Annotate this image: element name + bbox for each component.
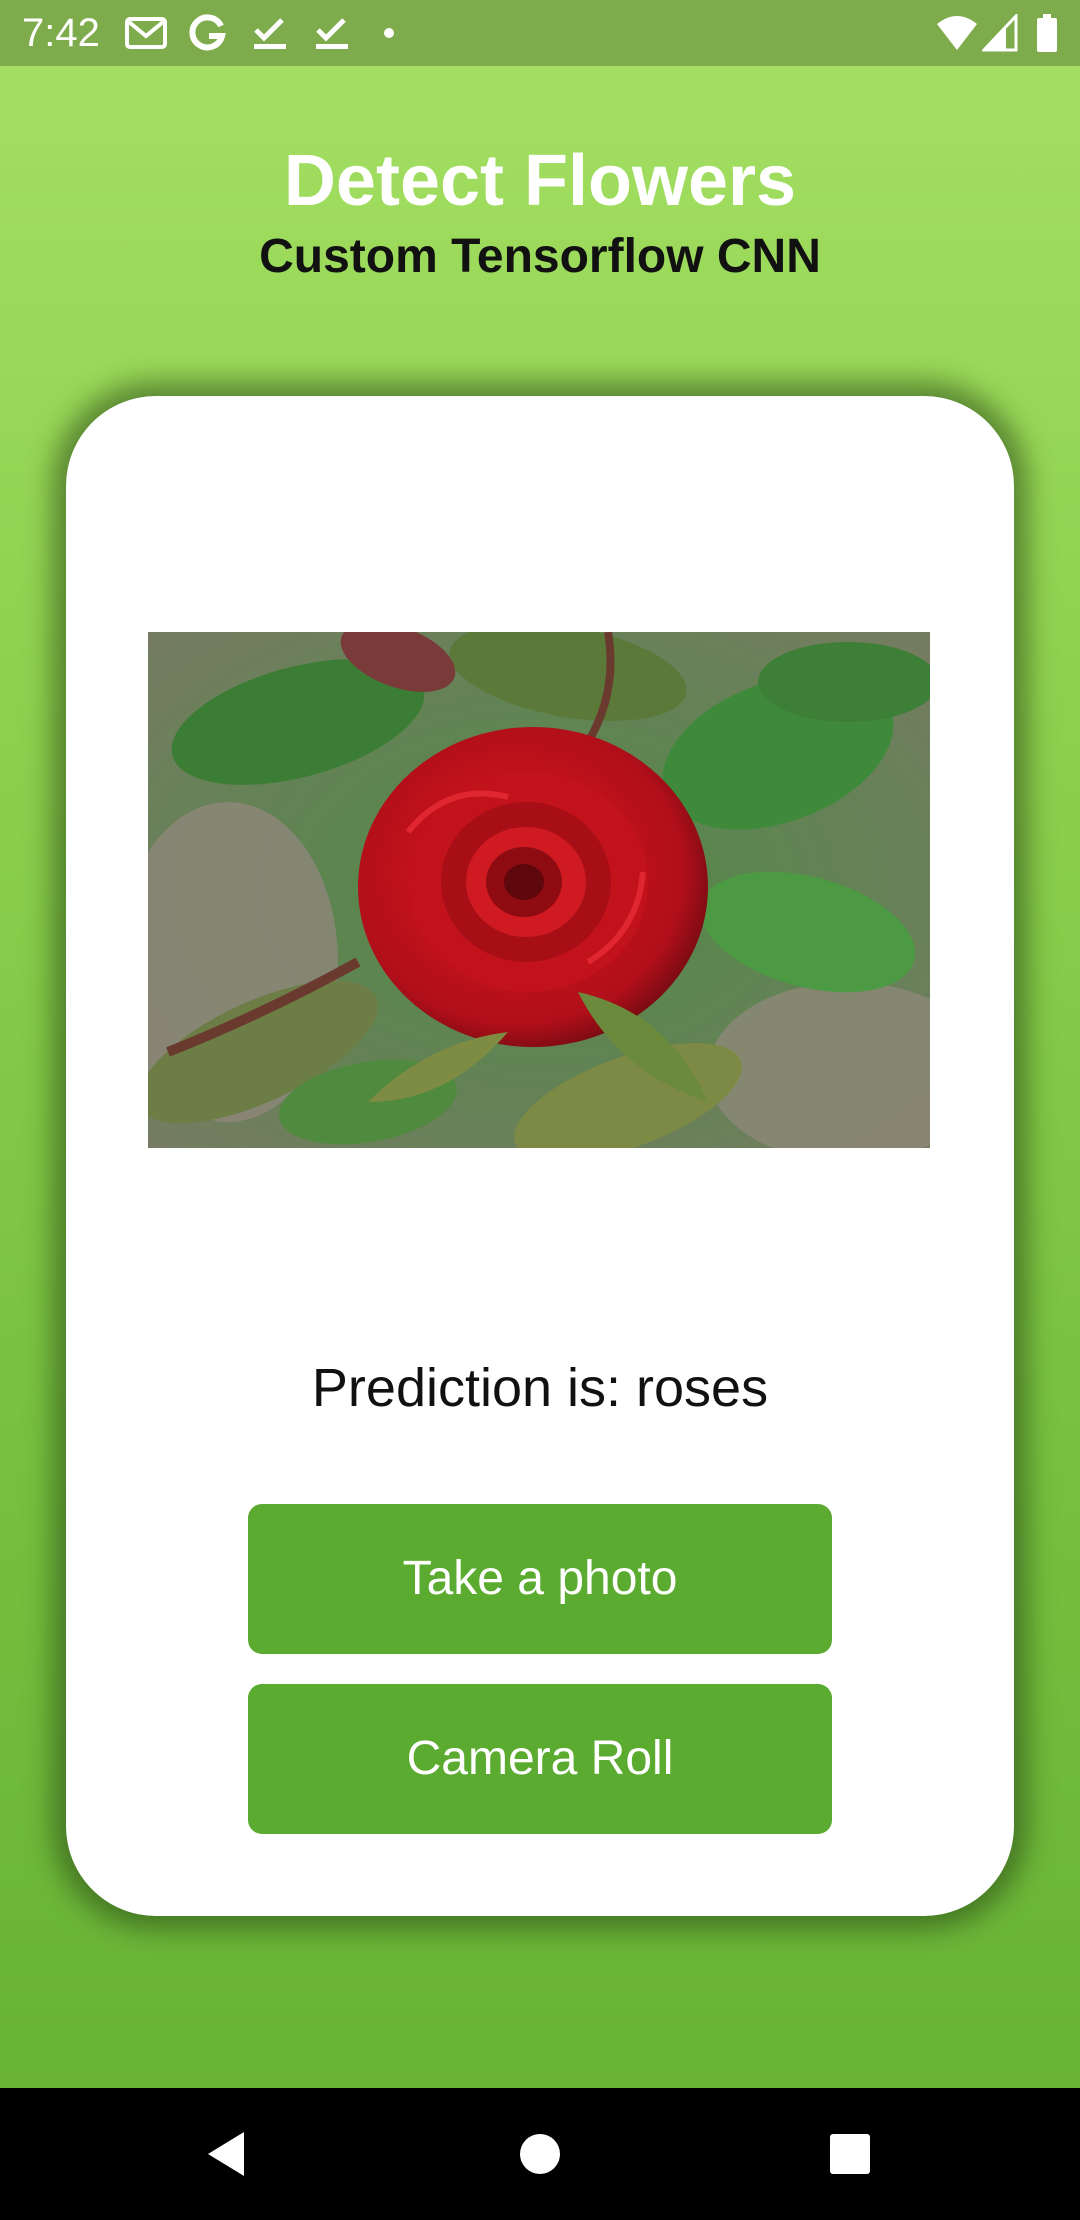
dot-icon bbox=[384, 28, 394, 38]
wifi-icon bbox=[937, 16, 977, 50]
camera-roll-button[interactable]: Camera Roll bbox=[248, 1684, 832, 1834]
home-icon[interactable] bbox=[504, 2118, 576, 2190]
prediction-label: Prediction is: bbox=[311, 1358, 637, 1418]
recents-icon[interactable] bbox=[814, 2118, 886, 2190]
google-icon bbox=[189, 14, 226, 51]
navigation-bar bbox=[0, 2088, 1080, 2220]
signal-icon bbox=[982, 14, 1018, 52]
back-icon[interactable] bbox=[192, 2118, 264, 2190]
main-card: Prediction is: roses Take a photo Camera… bbox=[66, 396, 1014, 1916]
page-subtitle: Custom Tensorflow CNN bbox=[259, 230, 821, 283]
gmail-icon bbox=[125, 17, 167, 49]
prediction-text: Prediction is: roses bbox=[66, 1356, 1014, 1420]
prediction-value: roses bbox=[636, 1358, 769, 1418]
rose-photo bbox=[148, 632, 930, 1148]
flower-image bbox=[148, 632, 930, 1148]
check-icon bbox=[254, 18, 286, 49]
status-bar: 7:42 bbox=[0, 0, 1080, 66]
battery-icon bbox=[1037, 14, 1057, 52]
status-time: 7:42 bbox=[22, 11, 100, 55]
page-title: Detect Flowers bbox=[283, 141, 797, 221]
check-icon bbox=[316, 18, 348, 49]
take-photo-button[interactable]: Take a photo bbox=[248, 1504, 832, 1654]
